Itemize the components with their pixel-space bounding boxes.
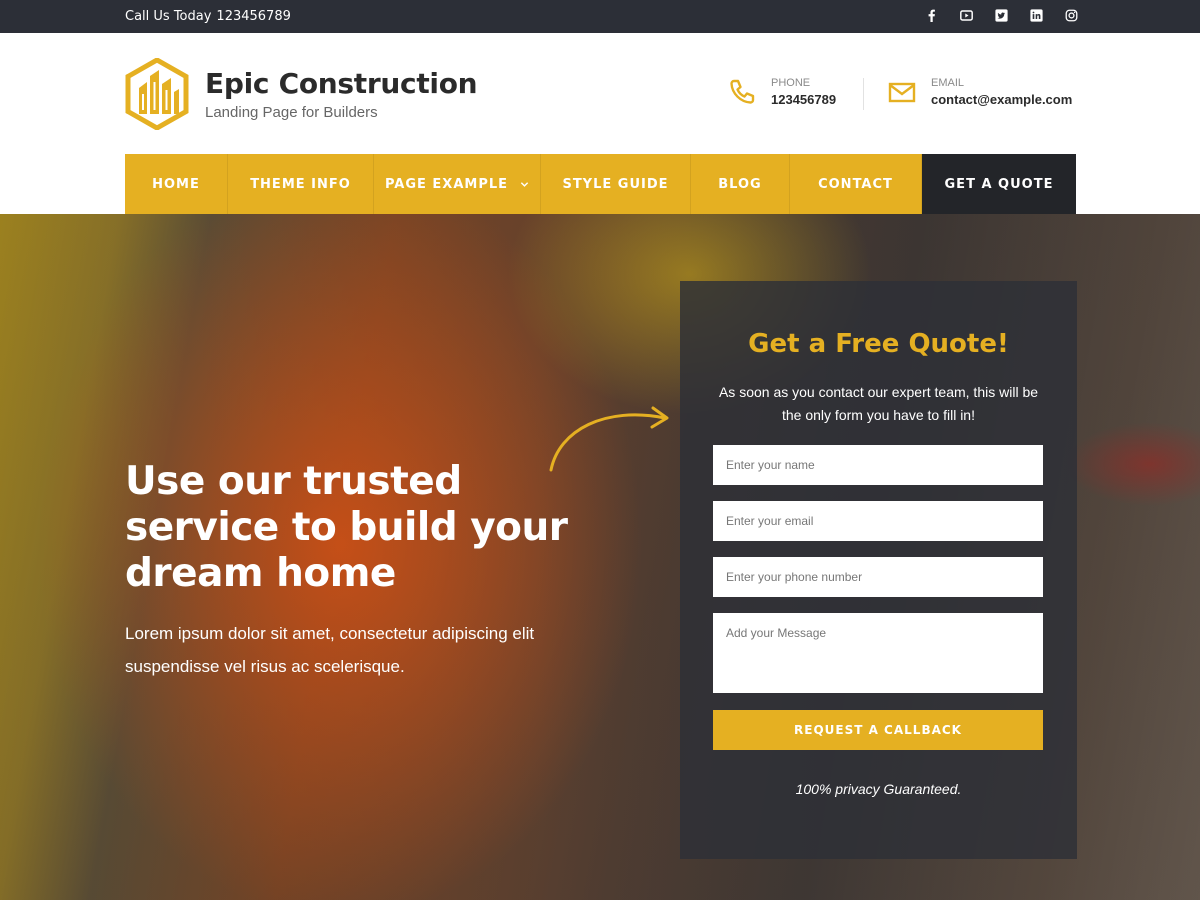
main-nav: HOME THEME INFO PAGE EXAMPLE STYLE GUIDE… [125, 154, 1076, 214]
header-phone: PHONE 123456789 [727, 77, 836, 107]
linkedin-icon[interactable] [1030, 9, 1043, 22]
site-tagline: Landing Page for Builders [205, 104, 378, 121]
privacy-note: 100% privacy Guaranteed. [795, 781, 962, 797]
hero-subtext: Lorem ipsum dolor sit amet, consectetur … [125, 624, 535, 676]
nav-item-style-guide[interactable]: STYLE GUIDE [541, 154, 691, 214]
nav-item-home[interactable]: HOME [125, 154, 228, 214]
phone-input[interactable] [713, 557, 1043, 597]
quote-form-description: As soon as you contact our expert team, … [718, 384, 1039, 423]
nav-item-label: CONTACT [818, 176, 893, 192]
site-title[interactable]: Epic Construction [205, 67, 478, 100]
nav-item-contact[interactable]: CONTACT [790, 154, 922, 214]
call-number[interactable]: 123456789 [216, 9, 290, 24]
social-links [925, 9, 1078, 22]
nav-item-label: STYLE GUIDE [562, 176, 669, 192]
facebook-icon[interactable] [925, 9, 938, 22]
phone-icon [730, 79, 755, 104]
call-label: Call Us Today [125, 9, 212, 24]
header-email: EMAIL contact@example.com [887, 77, 1072, 107]
site-header: Epic Construction Landing Page for Build… [0, 33, 1200, 154]
hero-heading: Use our trusted service to build your dr… [125, 459, 568, 596]
nav-item-label: HOME [152, 176, 200, 192]
phone-label: PHONE [771, 77, 811, 89]
nav-item-label: PAGE EXAMPLE [384, 176, 509, 192]
nav-item-label: THEME INFO [250, 176, 351, 192]
twitter-icon[interactable] [995, 9, 1008, 22]
name-input[interactable] [713, 445, 1043, 485]
request-callback-button[interactable]: REQUEST A CALLBACK [713, 710, 1043, 750]
nav-item-label: BLOG [718, 176, 762, 192]
instagram-icon[interactable] [1065, 9, 1078, 22]
youtube-icon[interactable] [960, 9, 973, 22]
top-bar: Call Us Today 123456789 [0, 0, 1200, 33]
nav-item-page-example[interactable]: PAGE EXAMPLE [374, 154, 541, 214]
nav-item-theme-info[interactable]: THEME INFO [228, 154, 374, 214]
message-textarea[interactable] [713, 613, 1043, 693]
envelope-icon [888, 82, 916, 103]
hero-section: Use our trusted service to build your dr… [0, 214, 1200, 900]
email-label: EMAIL [931, 77, 965, 89]
chevron-down-icon [520, 181, 529, 187]
nav-cta-label: GET A QUOTE [944, 176, 1054, 192]
call-us-text: Call Us Today 123456789 [125, 9, 291, 24]
logo-icon[interactable] [125, 58, 189, 130]
header-divider [863, 78, 864, 110]
nav-item-blog[interactable]: BLOG [691, 154, 790, 214]
email-input[interactable] [713, 501, 1043, 541]
quote-form-title: Get a Free Quote! [748, 329, 1009, 359]
email-value[interactable]: contact@example.com [931, 92, 1072, 107]
phone-value[interactable]: 123456789 [771, 92, 836, 107]
quote-form: Get a Free Quote! As soon as you contact… [680, 281, 1077, 859]
get-a-quote-button[interactable]: GET A QUOTE [922, 154, 1076, 214]
